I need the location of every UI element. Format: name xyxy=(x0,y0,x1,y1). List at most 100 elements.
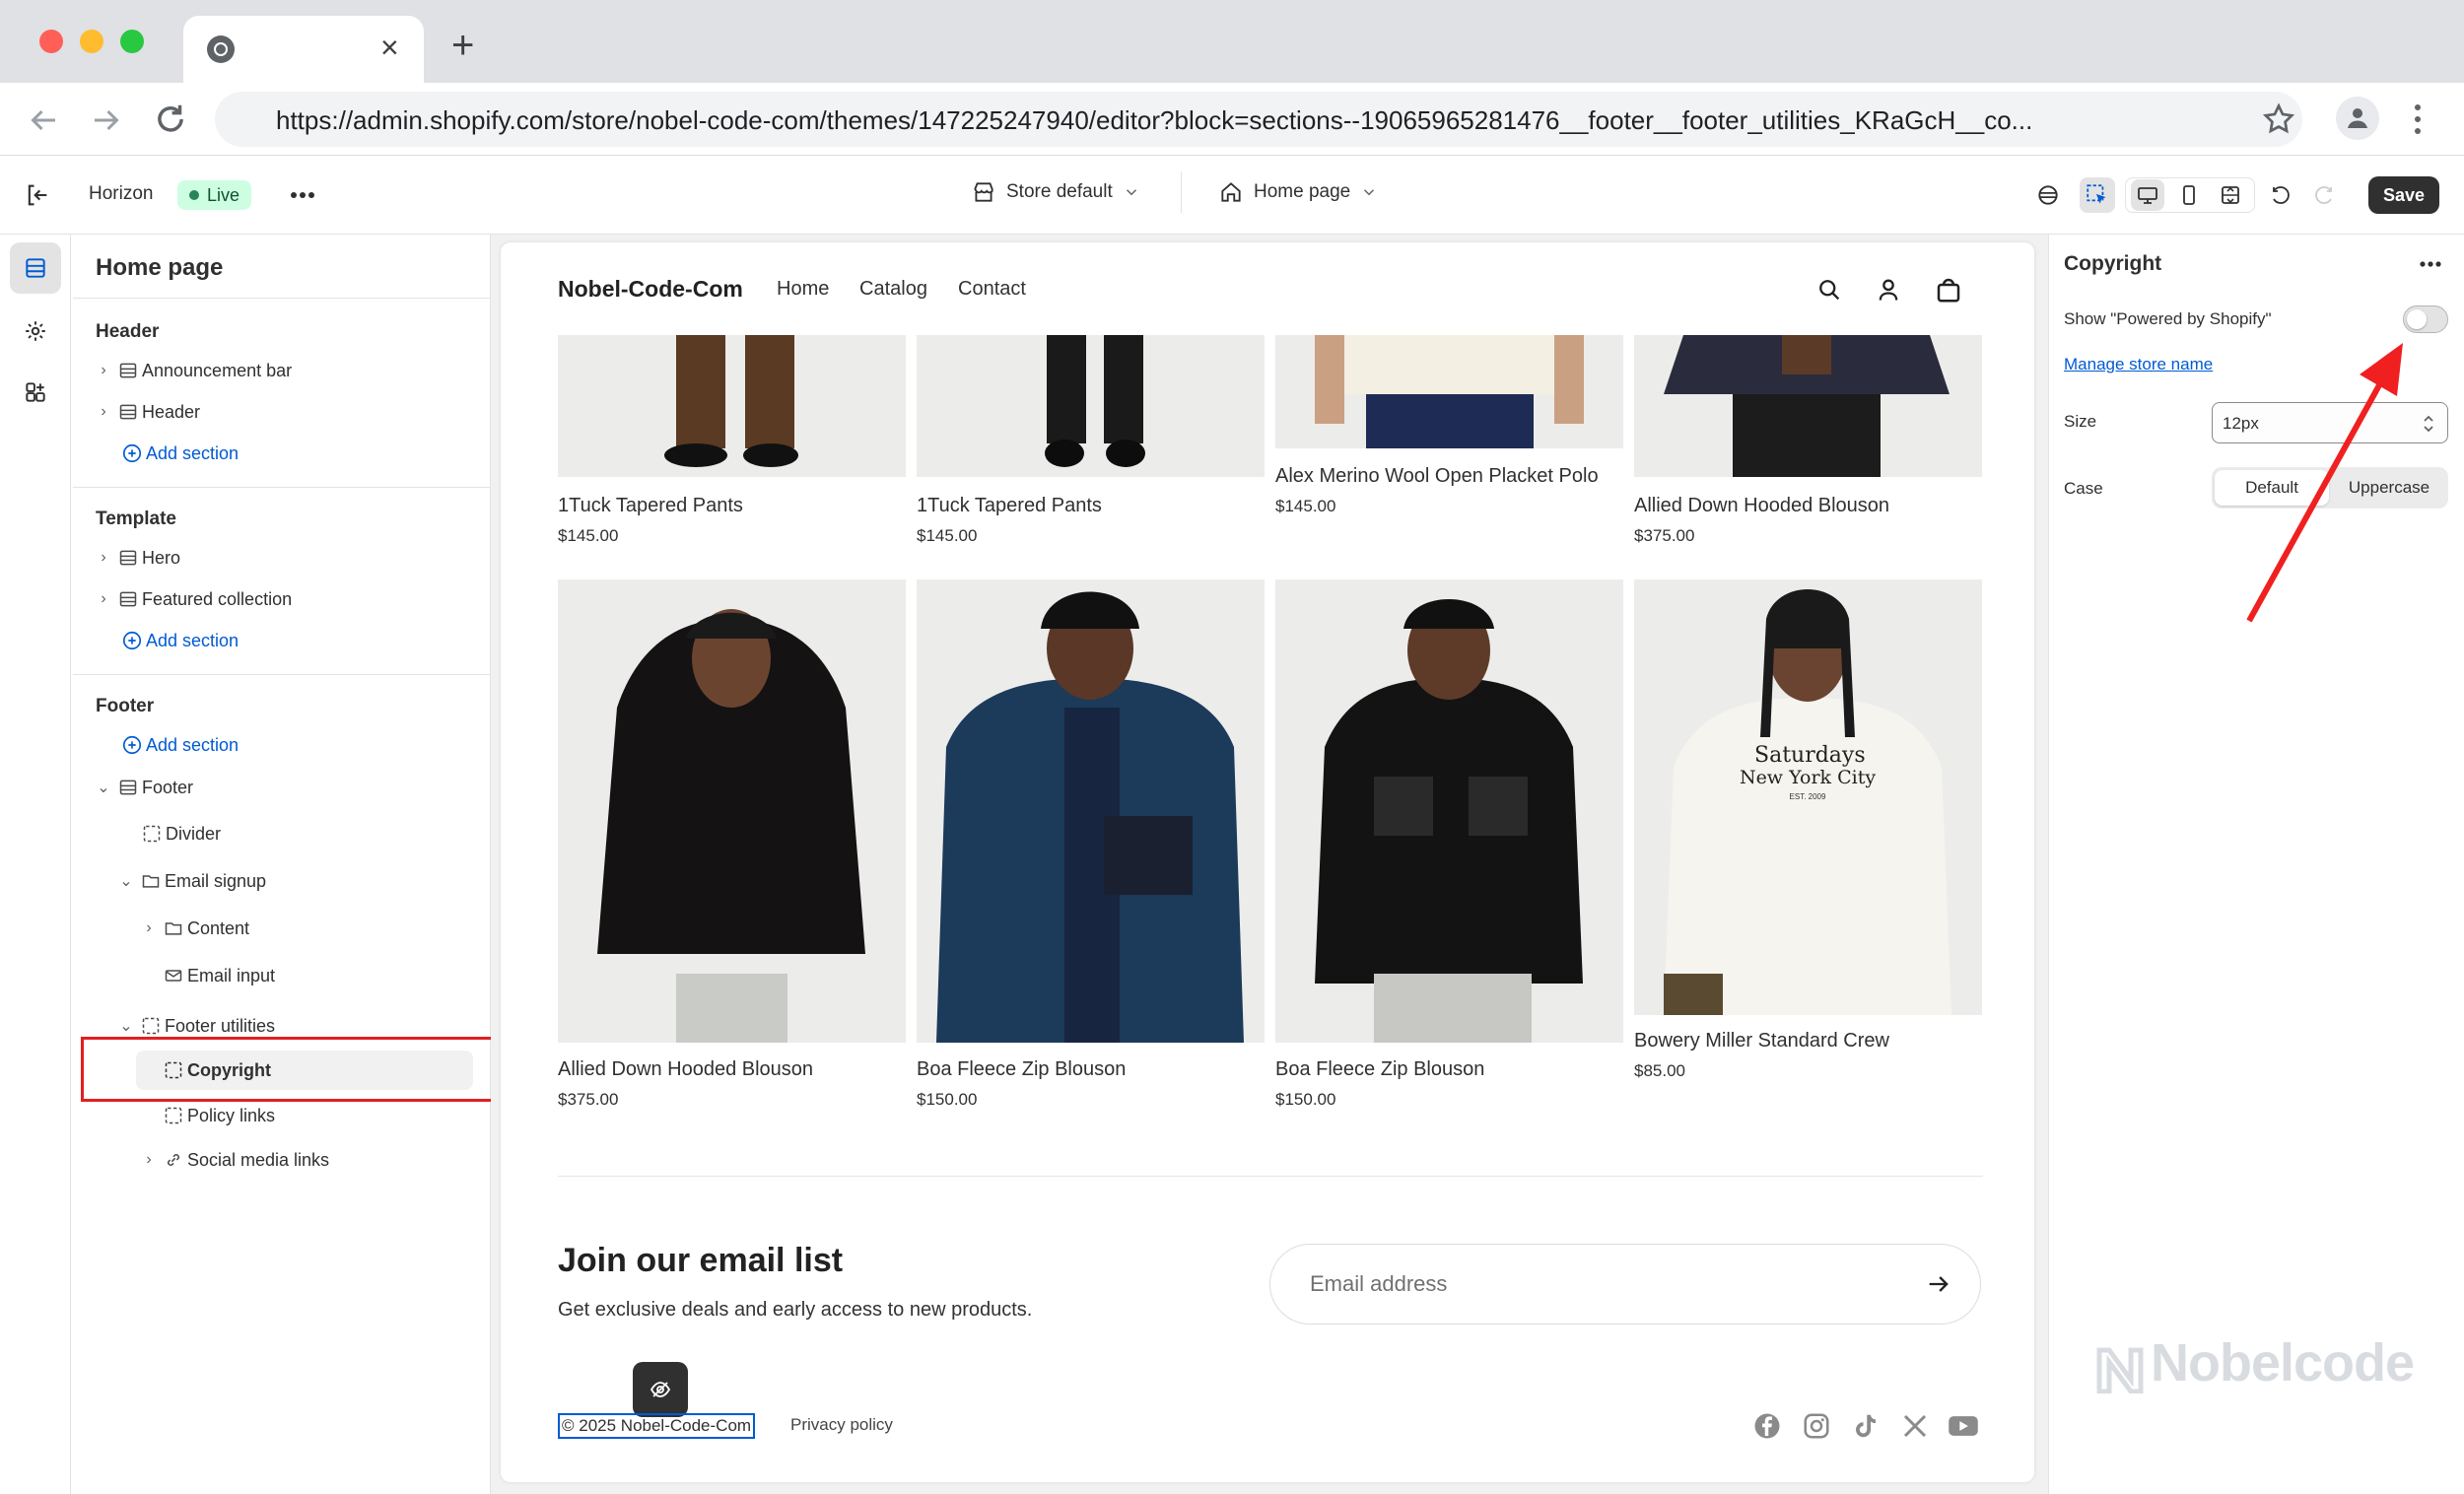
product-image[interactable] xyxy=(1275,579,1623,1043)
tree-item-divider[interactable]: Divider xyxy=(138,816,221,851)
apps-icon[interactable] xyxy=(10,367,61,418)
forward-arrow-icon[interactable] xyxy=(89,102,124,138)
product-name[interactable]: Boa Fleece Zip Blouson xyxy=(917,1058,1126,1081)
hide-block-button[interactable] xyxy=(633,1362,688,1417)
tree-item-content[interactable]: › Content xyxy=(138,911,249,946)
product-name[interactable]: Boa Fleece Zip Blouson xyxy=(1275,1058,1484,1081)
theme-settings-icon[interactable] xyxy=(2030,177,2066,213)
back-arrow-icon[interactable] xyxy=(26,102,61,138)
search-icon[interactable] xyxy=(1815,276,1843,304)
profile-avatar-icon[interactable] xyxy=(2336,97,2379,140)
tree-item-label: Footer xyxy=(142,777,194,797)
url-text[interactable]: https://admin.shopify.com/store/nobel-co… xyxy=(276,105,2050,136)
chevron-down-icon xyxy=(1364,189,1375,196)
store-selector[interactable]: Store default xyxy=(971,179,1140,205)
submit-arrow-icon[interactable] xyxy=(1925,1270,1952,1298)
product-name[interactable]: Allied Down Hooded Blouson xyxy=(558,1058,813,1081)
manage-store-name-link[interactable]: Manage store name xyxy=(2064,355,2213,374)
store-logo-text[interactable]: Nobel-Code-Com xyxy=(558,276,743,303)
footer-divider xyxy=(558,1176,1983,1177)
plus-circle-icon xyxy=(118,442,146,464)
product-image[interactable] xyxy=(917,335,1265,477)
add-section-template-button[interactable]: Add section xyxy=(118,623,239,658)
tab-close-icon[interactable]: × xyxy=(380,32,399,63)
reload-icon[interactable] xyxy=(152,101,189,138)
youtube-icon[interactable] xyxy=(1948,1411,1979,1441)
tiktok-icon[interactable] xyxy=(1851,1411,1881,1441)
mobile-view-icon[interactable] xyxy=(2172,179,2206,211)
email-address-input[interactable]: Email address xyxy=(1269,1244,1981,1324)
cart-bag-icon[interactable] xyxy=(1934,275,1963,305)
theme-actions-icon[interactable] xyxy=(290,191,315,199)
sections-nav-icon[interactable] xyxy=(10,242,61,294)
tree-item-footer[interactable]: ⌄ Footer xyxy=(93,770,193,805)
tree-item-announcement-bar[interactable]: › Announcement bar xyxy=(93,353,292,388)
window-maximize-button[interactable] xyxy=(120,30,144,53)
product-image[interactable] xyxy=(558,335,906,477)
product-image[interactable] xyxy=(917,579,1265,1043)
instagram-icon[interactable] xyxy=(1802,1411,1831,1441)
page-selector[interactable]: Home page xyxy=(1218,179,1378,205)
product-name[interactable]: 1Tuck Tapered Pants xyxy=(558,495,743,517)
window-minimize-button[interactable] xyxy=(80,30,103,53)
product-name[interactable]: 1Tuck Tapered Pants xyxy=(917,495,1102,517)
annotation-highlight-box xyxy=(81,1037,501,1102)
browser-menu-icon[interactable] xyxy=(2413,102,2423,136)
sidebar-divider xyxy=(73,487,491,488)
tree-item-header[interactable]: › Header xyxy=(93,394,200,430)
nav-link-contact[interactable]: Contact xyxy=(958,278,1026,301)
tree-item-label: Content xyxy=(187,917,250,938)
redo-icon[interactable] xyxy=(2306,177,2342,213)
bookmark-star-icon[interactable] xyxy=(2261,102,2296,137)
account-icon[interactable] xyxy=(1875,276,1902,304)
product-price: $85.00 xyxy=(1634,1061,1685,1080)
tree-item-policy-links[interactable]: Policy links xyxy=(160,1098,275,1133)
powered-by-shopify-toggle[interactable] xyxy=(2403,306,2448,333)
x-twitter-icon[interactable] xyxy=(1900,1411,1930,1441)
nav-link-home[interactable]: Home xyxy=(777,278,829,301)
toolbar-divider xyxy=(1181,171,1182,213)
store-selector-label: Store default xyxy=(1006,181,1113,202)
block-dashed-icon xyxy=(137,1016,165,1036)
new-tab-button[interactable]: + xyxy=(451,26,474,65)
nav-link-catalog[interactable]: Catalog xyxy=(859,278,927,301)
browser-tab[interactable]: × xyxy=(183,16,424,83)
block-actions-icon[interactable] xyxy=(2419,260,2442,268)
chevron-down-icon: ⌄ xyxy=(97,780,110,796)
product-image[interactable] xyxy=(1634,335,1982,477)
desktop-view-icon[interactable] xyxy=(2131,179,2164,211)
save-button[interactable]: Save xyxy=(2368,176,2439,214)
tree-item-email-input[interactable]: Email input xyxy=(160,958,275,993)
fullscreen-view-icon[interactable] xyxy=(2214,179,2247,211)
window-close-button[interactable] xyxy=(39,30,63,53)
tree-item-label: Featured collection xyxy=(142,588,293,609)
chevron-down-icon: ⌄ xyxy=(119,1018,133,1035)
product-image[interactable] xyxy=(558,579,906,1043)
group-header-label: Header xyxy=(96,321,160,342)
home-icon xyxy=(1221,182,1241,202)
tree-item-label: Email signup xyxy=(165,870,267,891)
undo-icon[interactable] xyxy=(2263,177,2298,213)
tree-item-hero[interactable]: › Hero xyxy=(93,540,180,576)
add-section-footer-button[interactable]: Add section xyxy=(118,727,239,763)
watermark-text: Nobelcode xyxy=(2151,1333,2415,1392)
tree-item-social-media-links[interactable]: › Social media links xyxy=(138,1142,329,1178)
privacy-policy-link[interactable]: Privacy policy xyxy=(790,1415,893,1435)
settings-title: Copyright xyxy=(2064,252,2162,275)
sweater-print-line3: EST. 2009 xyxy=(1789,792,1826,801)
tree-item-featured-collection[interactable]: › Featured collection xyxy=(93,581,292,617)
eye-off-icon xyxy=(650,1382,671,1397)
product-name[interactable]: Bowery Miller Standard Crew xyxy=(1634,1030,1889,1053)
exit-editor-icon[interactable] xyxy=(24,181,51,209)
facebook-icon[interactable] xyxy=(1752,1411,1782,1441)
product-price: $150.00 xyxy=(1275,1090,1336,1109)
copyright-text[interactable]: © 2025 Nobel-Code-Com xyxy=(558,1413,756,1439)
product-image[interactable] xyxy=(1275,335,1623,448)
settings-gear-icon[interactable] xyxy=(10,306,61,357)
product-name[interactable]: Alex Merino Wool Open Placket Polo xyxy=(1275,465,1599,488)
product-name[interactable]: Allied Down Hooded Blouson xyxy=(1634,495,1889,517)
tree-item-email-signup[interactable]: ⌄ Email signup xyxy=(115,863,266,899)
add-section-header-button[interactable]: Add section xyxy=(118,436,239,471)
chevron-down-icon: ⌄ xyxy=(119,873,133,890)
inspector-cursor-icon[interactable] xyxy=(2080,177,2115,213)
